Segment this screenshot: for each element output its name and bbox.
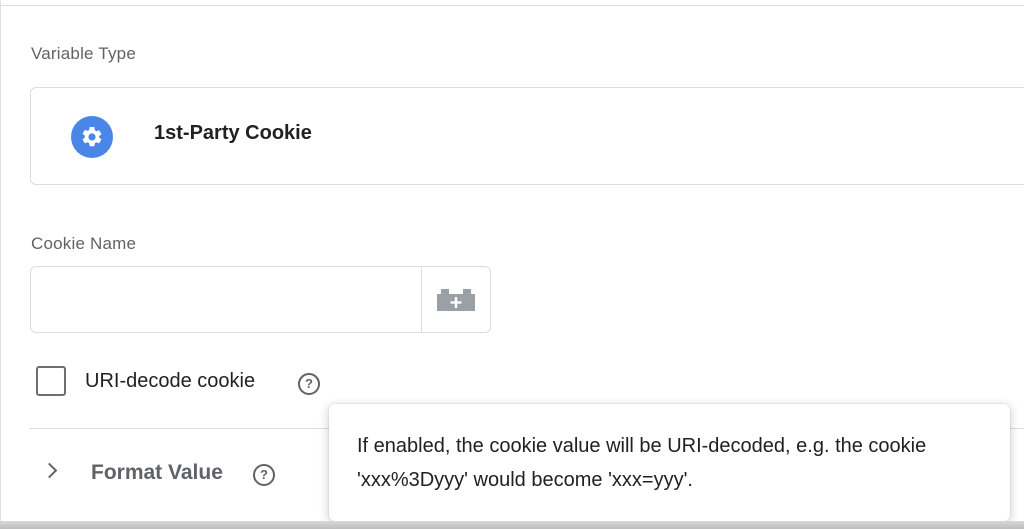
help-icon[interactable]: ?	[298, 373, 320, 395]
top-divider	[0, 5, 1024, 6]
chevron-right-icon	[41, 462, 58, 479]
uri-decode-label[interactable]: URI-decode cookie	[85, 370, 255, 393]
cookie-name-input[interactable]	[31, 267, 421, 332]
format-value-expander[interactable]: Format Value ?	[40, 456, 340, 490]
variable-type-selector[interactable]: 1st-Party Cookie	[30, 87, 1024, 185]
variable-configuration-panel: Variable Type 1st-Party Cookie Cookie Na…	[0, 0, 1024, 529]
gear-icon	[71, 116, 113, 158]
cookie-name-label: Cookie Name	[31, 234, 137, 253]
uri-decode-tooltip: If enabled, the cookie value will be URI…	[329, 404, 1010, 521]
tooltip-text: If enabled, the cookie value will be URI…	[357, 435, 927, 491]
variable-type-label: Variable Type	[31, 44, 136, 63]
help-icon[interactable]: ?	[253, 464, 275, 486]
uri-decode-checkbox[interactable]	[36, 366, 66, 396]
cookie-name-field-group	[30, 266, 491, 333]
bottom-edge-shadow	[0, 521, 1024, 529]
left-border	[0, 0, 1, 529]
variable-picker-button[interactable]	[421, 267, 490, 332]
variable-picker-icon	[437, 288, 475, 311]
variable-type-name: 1st-Party Cookie	[154, 122, 312, 144]
format-value-label: Format Value	[91, 461, 223, 484]
